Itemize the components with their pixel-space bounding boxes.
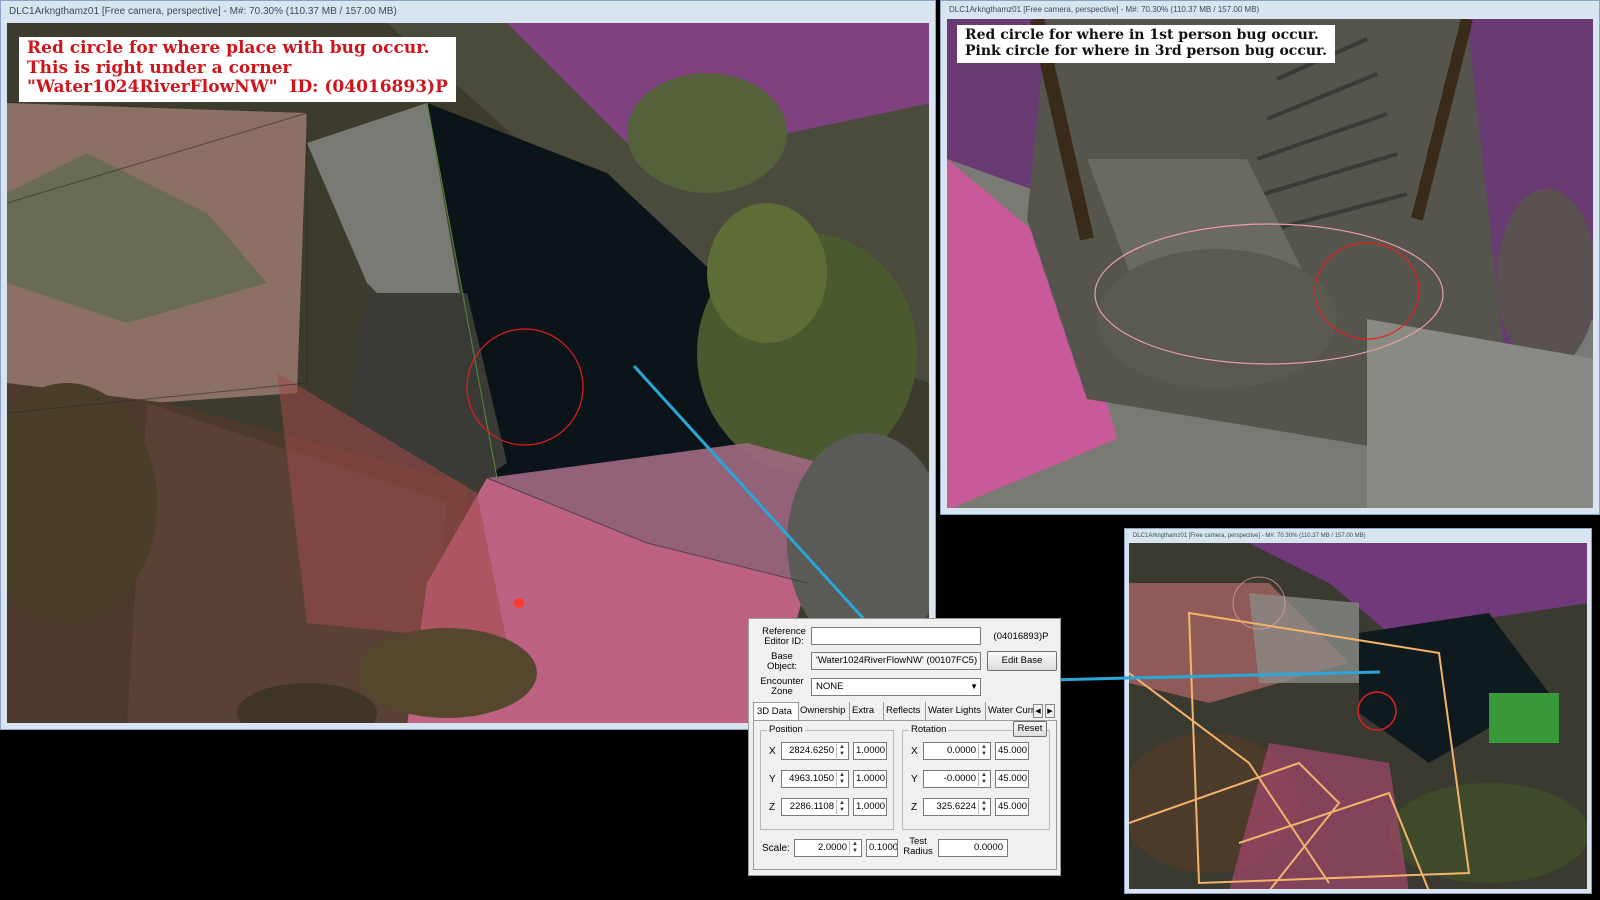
top-right-annotation-text: Red circle for where in 1st person bug o…	[957, 25, 1336, 64]
rotation-title: Rotation	[909, 724, 949, 735]
tab-water-current[interactable]: Water Curr	[985, 702, 1035, 720]
top-right-render-window[interactable]: DLC1Arkngthamz01 [Free camera, perspecti…	[940, 0, 1600, 515]
position-group: Position X 2824.6250 ▲ ▼ 1.0000 Y 4963.10…	[760, 724, 894, 830]
position-x-value: 2824.6250	[789, 745, 834, 756]
top-right-window-title: DLC1Arkngthamz01 [Free camera, perspecti…	[949, 5, 1260, 14]
tab-scroll-left-icon[interactable]: ◀	[1033, 704, 1043, 718]
reference-dialog[interactable]: Reference Editor ID: (04016893)P Base Ob…	[748, 618, 1061, 876]
bottom-right-render-window[interactable]: DLC1Arkngthamz01 [Free camera, perspecti…	[1124, 528, 1592, 894]
rotation-x-input[interactable]: 0.0000 ▲ ▼	[923, 742, 991, 760]
editor-id-label: Reference Editor ID:	[762, 626, 806, 647]
rotation-x-value: 0.0000	[946, 745, 976, 756]
rotation-z-label: Z	[911, 802, 918, 813]
base-object-label: Base Object:	[766, 651, 798, 672]
rotation-x-step[interactable]: 45.000	[995, 742, 1029, 760]
tab-extra[interactable]: Extra	[849, 702, 884, 720]
spinner-icon[interactable]: ▲ ▼	[978, 744, 989, 758]
position-title: Position	[767, 724, 805, 735]
spinner-icon[interactable]: ▲ ▼	[836, 772, 847, 786]
position-y-label: Y	[769, 774, 776, 785]
position-x-label: X	[769, 746, 776, 757]
scale-step[interactable]: 0.1000	[866, 839, 898, 857]
rotation-y-step[interactable]: 45.000	[995, 770, 1029, 788]
chevron-down-icon[interactable]: ▼	[970, 679, 978, 695]
rotation-y-value: -0.0000	[943, 773, 976, 784]
spinner-icon[interactable]: ▲ ▼	[978, 800, 989, 814]
tab-ownership[interactable]: Ownership	[797, 702, 850, 720]
rotation-x-label: X	[911, 746, 918, 757]
position-z-label: Z	[769, 802, 776, 813]
encounter-zone-label: Encounter Zone	[760, 676, 804, 697]
rotation-group: Rotation Reset X 0.0000 ▲ ▼ 45.000 Y -0.0…	[902, 721, 1050, 830]
spinner-icon[interactable]: ▲ ▼	[849, 841, 860, 855]
form-id-text: (04016893)P	[993, 631, 1049, 642]
rotation-z-step[interactable]: 45.000	[995, 798, 1029, 816]
top-right-scene-render	[947, 19, 1593, 508]
spinner-icon[interactable]: ▲ ▼	[978, 772, 989, 786]
tab-water-lights[interactable]: Water Lights	[925, 702, 986, 720]
position-z-input[interactable]: 2286.1108 ▲ ▼	[781, 798, 849, 816]
spinner-icon[interactable]: ▲ ▼	[836, 744, 847, 758]
position-x-step[interactable]: 1.0000	[853, 742, 887, 760]
3d-data-panel: Position X 2824.6250 ▲ ▼ 1.0000 Y 4963.10…	[753, 720, 1057, 870]
main-window-title: DLC1Arkngthamz01 [Free camera, perspecti…	[9, 6, 397, 17]
rotation-reset-button[interactable]: Reset	[1013, 721, 1047, 737]
spinner-icon[interactable]: ▲ ▼	[836, 800, 847, 814]
rotation-z-value: 325.6224	[936, 801, 976, 812]
rotation-y-label: Y	[911, 774, 918, 785]
encounter-zone-value: NONE	[816, 681, 844, 692]
position-y-input[interactable]: 4963.1050 ▲ ▼	[781, 770, 849, 788]
editor-id-input[interactable]	[811, 627, 981, 645]
base-object-field: 'Water1024RiverFlowNW' (00107FC5)	[811, 652, 981, 670]
tab-reflects[interactable]: Reflects	[883, 702, 926, 720]
bottom-right-window-title: DLC1Arkngthamz01 [Free camera, perspecti…	[1133, 533, 1366, 539]
scale-value: 2.0000	[817, 842, 847, 853]
test-radius-input[interactable]: 0.0000	[938, 839, 1008, 857]
encounter-zone-select[interactable]: NONE ▼	[811, 678, 981, 696]
scale-input[interactable]: 2.0000 ▲ ▼	[794, 839, 862, 857]
dialog-tabs: 3D Data Ownership Extra Reflects Water L…	[753, 702, 1057, 721]
top-right-viewport[interactable]: Red circle for where in 1st person bug o…	[947, 19, 1593, 508]
position-x-input[interactable]: 2824.6250 ▲ ▼	[781, 742, 849, 760]
position-z-step[interactable]: 1.0000	[853, 798, 887, 816]
rotation-z-input[interactable]: 325.6224 ▲ ▼	[923, 798, 991, 816]
main-annotation-text: Red circle for where place with bug occu…	[19, 37, 456, 102]
bottom-right-viewport[interactable]	[1129, 543, 1587, 889]
position-z-value: 2286.1108	[789, 801, 834, 812]
tab-3d-data[interactable]: 3D Data	[753, 702, 799, 721]
test-radius-label: Test Radius	[903, 836, 933, 857]
tab-scroll-right-icon[interactable]: ▶	[1045, 704, 1055, 718]
edit-base-button[interactable]: Edit Base	[987, 651, 1057, 671]
bottom-right-scene-render	[1129, 543, 1587, 889]
position-y-value: 4963.1050	[789, 773, 834, 784]
rotation-y-input[interactable]: -0.0000 ▲ ▼	[923, 770, 991, 788]
scale-label: Scale:	[762, 843, 790, 854]
position-y-step[interactable]: 1.0000	[853, 770, 887, 788]
